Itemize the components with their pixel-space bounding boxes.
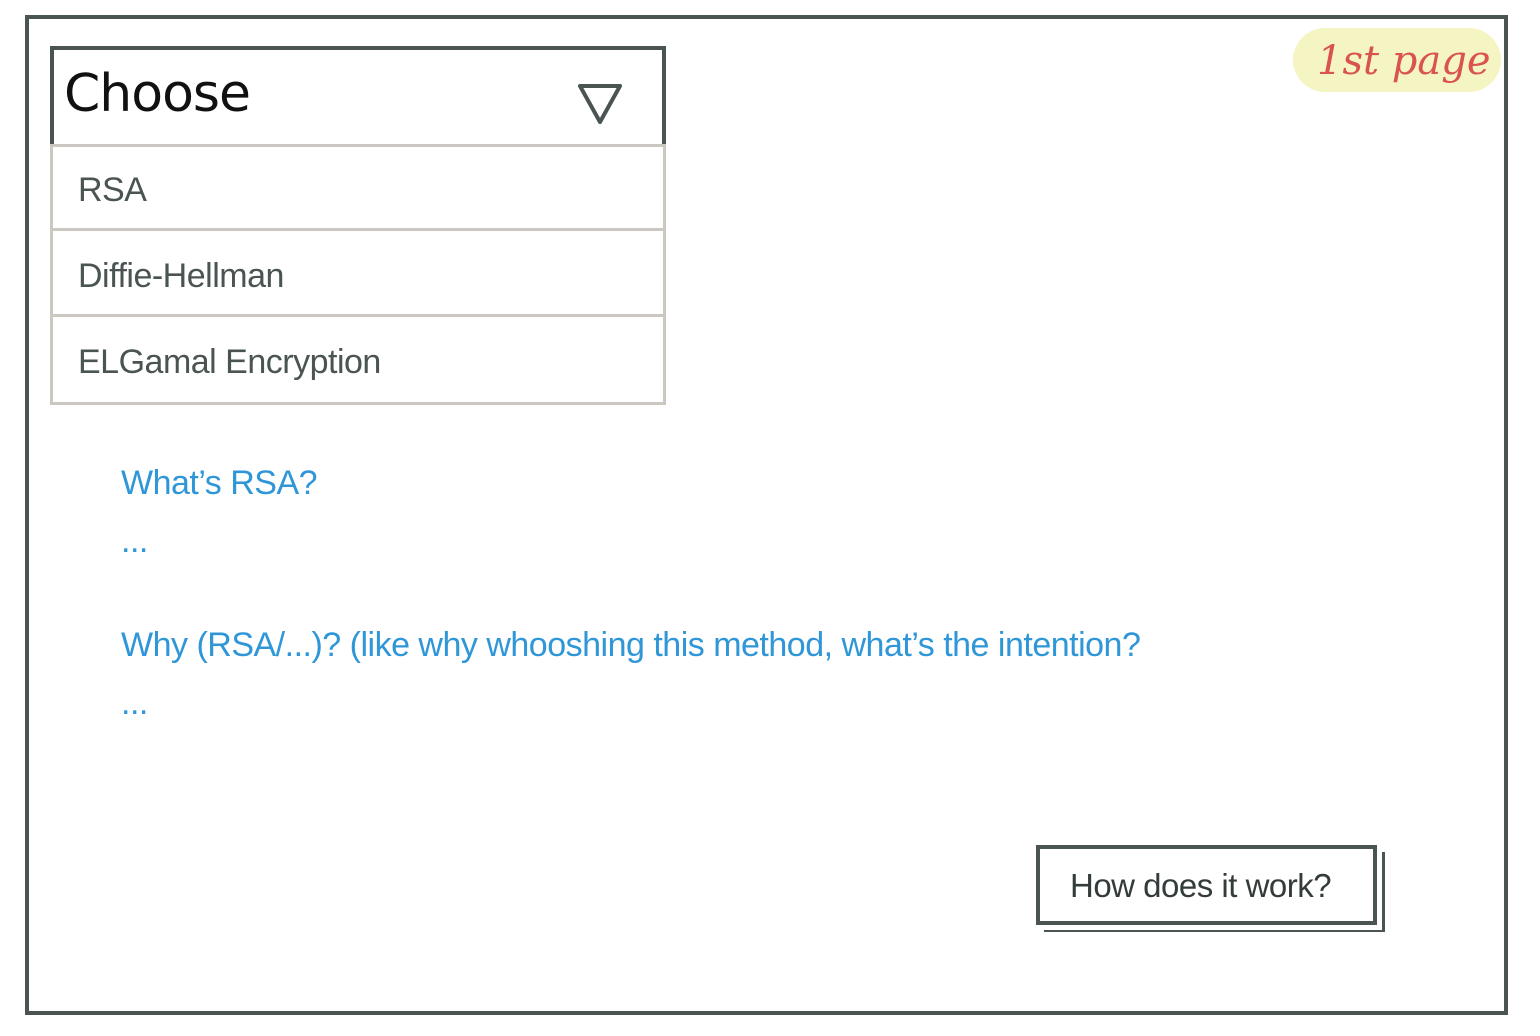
question-what-is: What’s RSA? — [121, 464, 318, 502]
dropdown-selected-label: Choose — [64, 64, 251, 124]
dropdown-option-label: ELGamal Encryption — [78, 343, 381, 381]
dropdown-menu: RSA Diffie-Hellman ELGamal Encryption — [50, 144, 666, 405]
answer-what-is: ... — [121, 522, 148, 560]
answer-why: ... — [121, 684, 148, 722]
how-it-works-button-label: How does it work? — [1070, 867, 1332, 904]
question-why: Why (RSA/...)? (like why whooshing this … — [121, 626, 1141, 664]
how-it-works-button[interactable]: How does it work? — [1036, 845, 1377, 925]
dropdown-option-diffie-hellman[interactable]: Diffie-Hellman — [53, 233, 663, 317]
triangle-down-icon — [578, 84, 622, 124]
dropdown-option-elgamal[interactable]: ELGamal Encryption — [53, 319, 663, 403]
page-badge-label: 1st page — [1317, 38, 1491, 84]
dropdown-option-rsa[interactable]: RSA — [53, 147, 663, 231]
dropdown-option-label: RSA — [78, 171, 147, 209]
dropdown-option-label: Diffie-Hellman — [78, 257, 284, 295]
algorithm-dropdown[interactable]: Choose — [50, 46, 666, 146]
page-badge: 1st page — [1293, 28, 1501, 92]
